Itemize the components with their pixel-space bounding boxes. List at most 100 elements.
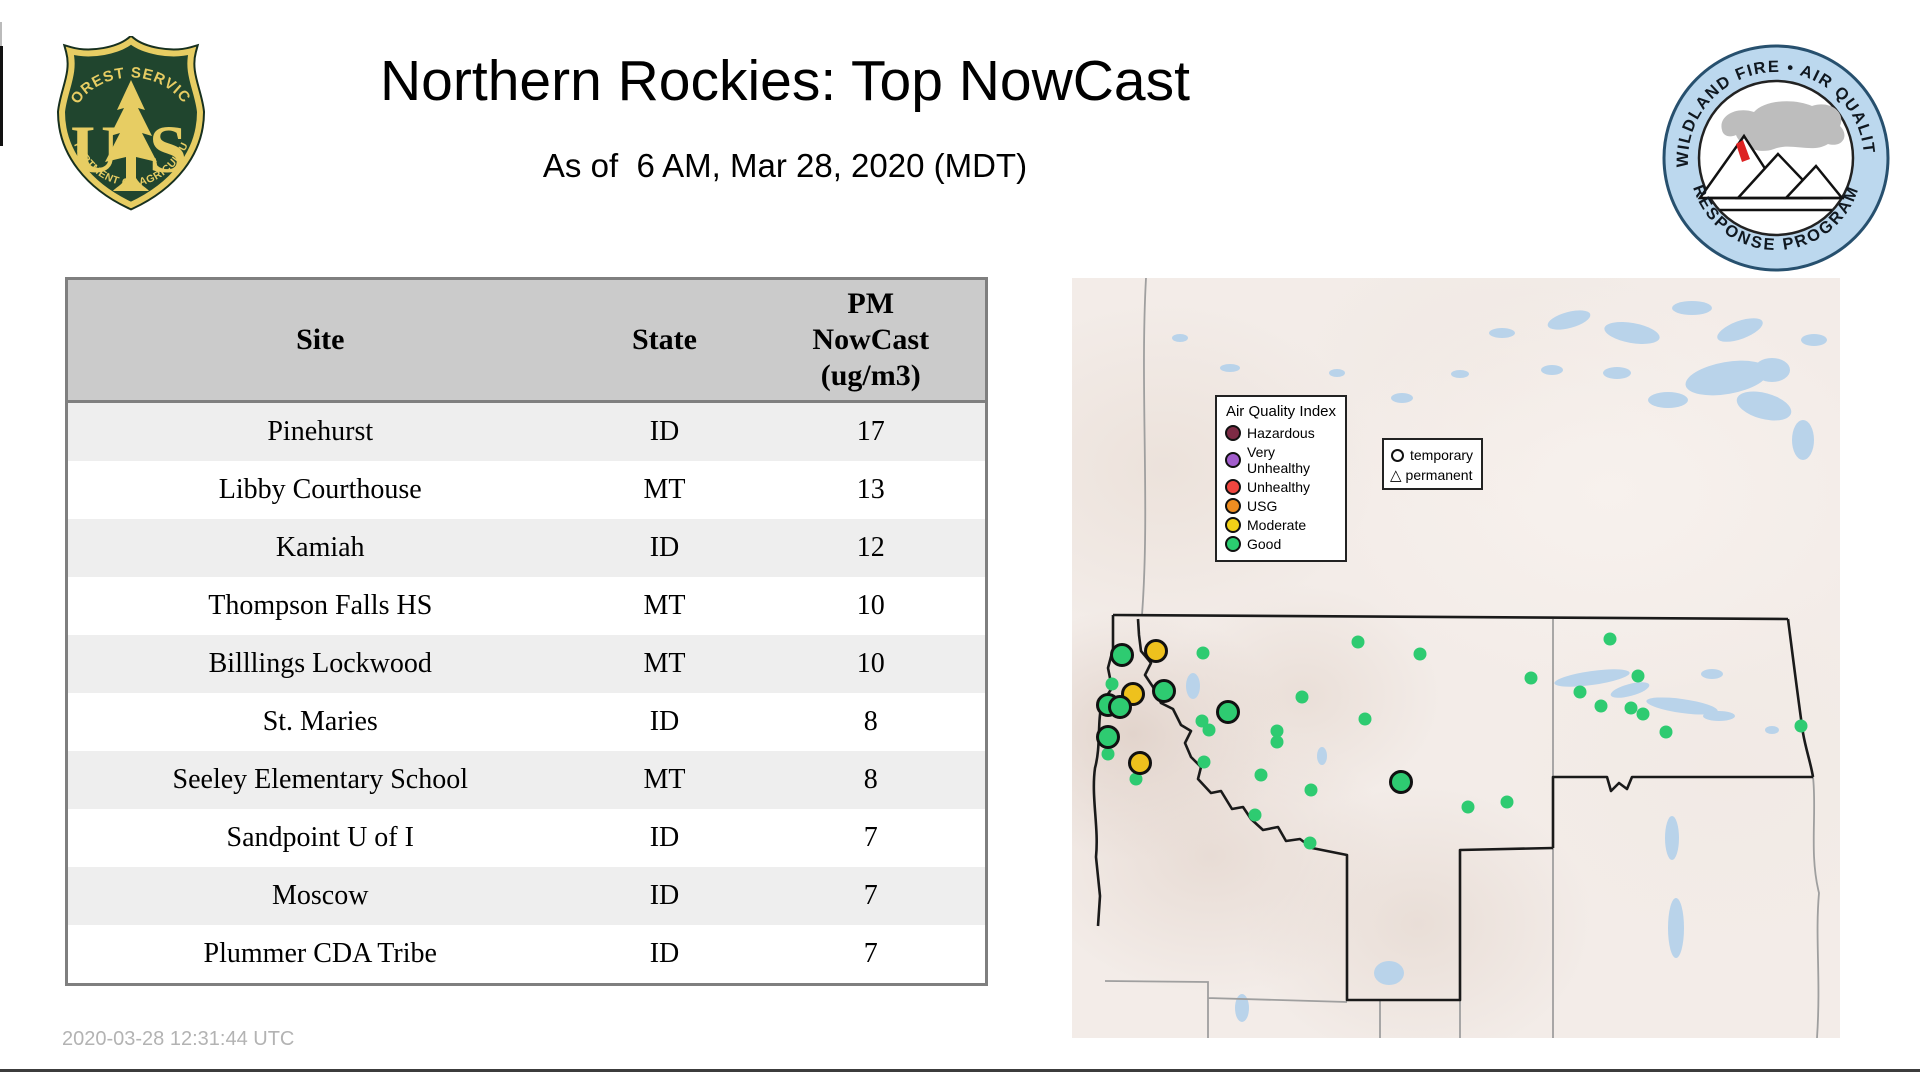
cell-state: ID [649, 416, 680, 447]
table-row: Libby Courthouse MT 13 [66, 461, 987, 519]
cell-state: ID [649, 706, 680, 737]
monitor-permanent [1128, 751, 1152, 775]
aqi-legend-item: USG [1225, 498, 1341, 514]
table-body: Pinehurst ID 17 Libby Courthouse MT 13 Kamiah I… [66, 401, 987, 985]
screen-edge-artifact [0, 22, 2, 46]
table-row: Pinehurst ID 17 [66, 401, 987, 461]
monitor-temporary [1270, 735, 1284, 749]
col-header-site: Site [66, 278, 573, 403]
page-subtitle: As of 6 AM, Mar 28, 2020 (MDT) [542, 146, 1028, 184]
aqi-map: Air Quality Index Hazardous Very Unhealth… [1072, 278, 1840, 1038]
monitor-temporary [1196, 646, 1210, 660]
monitor-temporary [1461, 800, 1475, 814]
table-row: Seeley Elementary School MT 8 [66, 751, 987, 809]
monitor-temporary [1631, 669, 1645, 683]
monitor-permanent [1108, 695, 1132, 719]
monitor-permanent [1216, 700, 1240, 724]
monitor-temporary [1197, 755, 1211, 769]
monitor-temporary [1351, 635, 1365, 649]
aqi-legend-item: Good [1225, 536, 1341, 552]
cell-state: ID [649, 822, 680, 853]
table-row: Kamiah ID 12 [66, 519, 987, 577]
aqi-legend-title: Air Quality Index [1225, 403, 1337, 420]
title-block: Northern Rockies: Top NowCast As of 6 AM… [160, 50, 1410, 185]
aqi-legend-label: Good [1247, 536, 1282, 552]
col-header-state: State [572, 278, 757, 403]
cell-value: 13 [856, 474, 885, 505]
monitor-temporary [1303, 836, 1317, 850]
cell-site: Pinehurst [267, 416, 374, 447]
permanent-label: permanent [1405, 467, 1473, 483]
cell-value: 12 [856, 532, 885, 563]
marker-legend-permanent: △ permanent [1390, 465, 1477, 485]
monitor-temporary [1358, 712, 1372, 726]
generation-timestamp: 2020-03-28 12:31:44 UTC [62, 1028, 295, 1050]
table-row: St. Maries ID 8 [66, 693, 987, 751]
monitor-temporary [1105, 677, 1119, 691]
cell-site: Moscow [272, 880, 369, 911]
aqi-color-swatch [1225, 536, 1241, 552]
aqi-legend-item: Moderate [1225, 517, 1341, 533]
cell-site: Seeley Elementary School [172, 764, 468, 795]
cell-site: St. Maries [262, 706, 378, 737]
aqi-color-swatch [1225, 517, 1241, 533]
cell-value: 10 [856, 648, 885, 679]
monitor-temporary [1524, 671, 1538, 685]
aqi-legend-items: Hazardous Very Unhealthy Unhealthy USG Moder… [1225, 425, 1341, 552]
monitor-temporary [1500, 795, 1514, 809]
monitor-permanent [1096, 725, 1120, 749]
monitor-permanent [1152, 679, 1176, 703]
marker-legend-temporary: temporary [1391, 445, 1477, 465]
temporary-label: temporary [1410, 447, 1474, 463]
cell-site: Sandpoint U of I [226, 822, 414, 853]
monitor-permanent [1110, 643, 1134, 667]
marker-legend: temporary △ permanent [1382, 438, 1483, 490]
cell-site: Thompson Falls HS [208, 590, 433, 621]
cell-site: Kamiah [275, 532, 365, 563]
page-title: Northern Rockies: Top NowCast [380, 49, 1190, 113]
table-row: Sandpoint U of I ID 7 [66, 809, 987, 867]
aqi-legend-label: Moderate [1247, 517, 1307, 533]
cell-site: Libby Courthouse [218, 474, 422, 505]
cell-value: 7 [863, 822, 878, 853]
monitor-permanent [1389, 770, 1413, 794]
cell-state: MT [643, 474, 686, 505]
table-row: Plummer CDA Tribe ID 7 [66, 925, 987, 985]
aqi-legend-item: Hazardous [1225, 425, 1341, 441]
aqi-legend-label: Hazardous [1247, 425, 1315, 441]
cell-value: 7 [863, 938, 878, 969]
cell-state: ID [649, 938, 680, 969]
map-monitors [1072, 278, 1840, 1038]
monitor-temporary [1254, 768, 1268, 782]
table-header-row: Site State PM NowCast (ug/m3) [66, 278, 987, 403]
col-header-pm: PM NowCast (ug/m3) [756, 278, 987, 403]
aqi-legend: Air Quality Index Hazardous Very Unhealth… [1215, 395, 1347, 562]
table-row: Thompson Falls HS MT 10 [66, 577, 987, 635]
cell-value: 17 [856, 416, 885, 447]
aqi-legend-label: Very Unhealthy [1247, 444, 1311, 476]
monitor-temporary [1413, 647, 1427, 661]
monitor-temporary [1659, 725, 1673, 739]
temporary-marker-icon [1391, 448, 1404, 462]
permanent-marker-icon: △ [1390, 466, 1402, 484]
table-row: Billlings Lockwood MT 10 [66, 635, 987, 693]
wfaqrp-logo: WILDLAND FIRE • AIR QUALITY RESPONSE PRO… [1660, 42, 1890, 272]
monitor-temporary [1202, 723, 1216, 737]
monitor-temporary [1248, 808, 1262, 822]
nowcast-table: Site State PM NowCast (ug/m3) Pinehurst I… [65, 277, 988, 986]
aqi-color-swatch [1225, 479, 1241, 495]
aqi-legend-label: USG [1247, 498, 1278, 514]
cell-state: ID [649, 880, 680, 911]
report-page: FOREST SERVICE DEPARTMENT OF AGRICULTURE… [0, 0, 1920, 1080]
aqi-legend-item: Unhealthy [1225, 479, 1341, 495]
cell-value: 7 [863, 880, 878, 911]
cell-state: MT [643, 590, 686, 621]
cell-state: MT [643, 764, 686, 795]
aqi-legend-item: Very Unhealthy [1225, 444, 1341, 476]
monitor-permanent [1144, 639, 1168, 663]
table-row: Moscow ID 7 [66, 867, 987, 925]
monitor-temporary [1304, 783, 1318, 797]
aqi-color-swatch [1225, 452, 1241, 468]
cell-value: 10 [856, 590, 885, 621]
cell-site: Billlings Lockwood [208, 648, 432, 679]
